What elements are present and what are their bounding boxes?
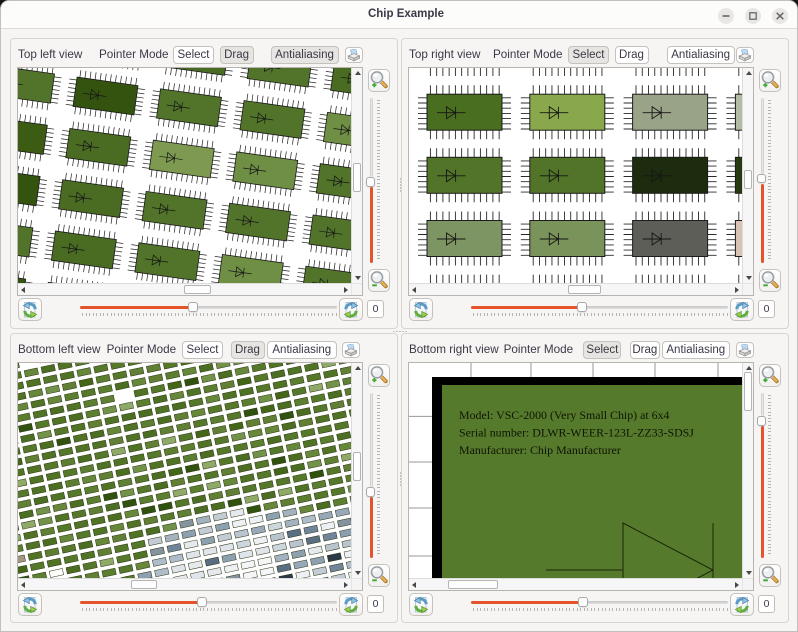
svg-text:Serial number: DLWR-WEER-123L-: Serial number: DLWR-WEER-123L-ZZ33-SDSJ — [459, 426, 694, 440]
svg-text:Manufacturer: Chip Manufacture: Manufacturer: Chip Manufacturer — [459, 443, 621, 457]
svg-text:Model: VSC-2000 (Very Small Ch: Model: VSC-2000 (Very Small Chip) at 6x4 — [459, 408, 670, 422]
